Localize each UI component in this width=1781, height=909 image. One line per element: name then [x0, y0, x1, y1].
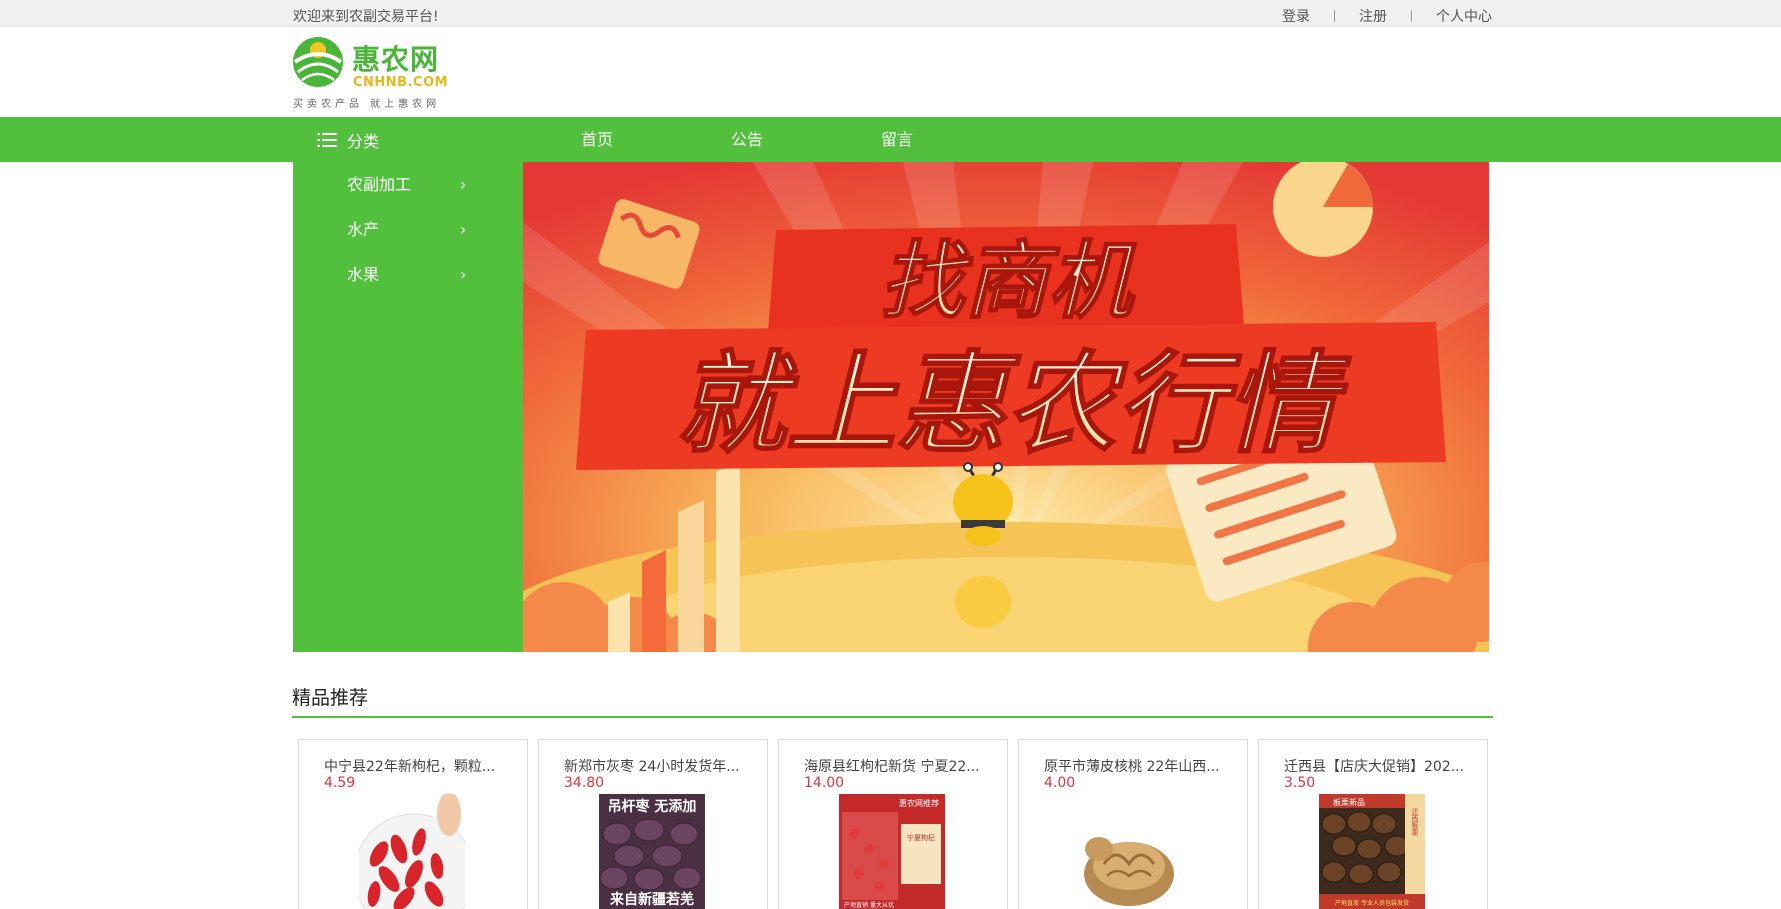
promo-banner[interactable]: 找商机 就上惠农行情 [523, 162, 1489, 652]
logo-mark-icon [293, 37, 343, 87]
chevron-right-icon: › [460, 265, 467, 284]
product-image-goji-poster: 惠农网推荐 宁夏枸杞 产地直销 量大从优 [839, 794, 945, 909]
top-bar: 欢迎来到农副交易平台! 登录 注册 个人中心 [0, 0, 1781, 27]
product-price: 3.50 [1284, 775, 1316, 791]
nav-announcements[interactable]: 公告 [731, 117, 763, 162]
user-center-link[interactable]: 个人中心 [1436, 6, 1492, 26]
category-label: 水产 [347, 220, 380, 239]
product-card[interactable]: 中宁县22年新枸杞，颗粒... 4.59 [298, 739, 528, 909]
product-image-jujube: 吊杆枣 无添加 来自新疆若羌 [599, 794, 705, 909]
category-item-aquatic[interactable]: 水产 › [293, 207, 523, 252]
product-name: 海原县红枸杞新货 宁夏22... [804, 759, 980, 775]
category-menu-toggle[interactable]: 分类 [293, 117, 523, 162]
product-image-goji [359, 794, 465, 909]
product-image-caption: 板栗新品 [1333, 797, 1365, 807]
product-image-caption: 来自新疆若羌 [609, 891, 694, 908]
header: 惠农网 CNHNB.COM 买卖农产品 就上惠农网 [0, 27, 1781, 117]
product-price: 34.80 [564, 775, 605, 791]
list-menu-icon [317, 132, 337, 148]
product-price: 14.00 [804, 775, 845, 791]
product-image-caption: 迁西板栗 [1411, 807, 1419, 837]
product-card[interactable]: 海原县红枸杞新货 宁夏22... 14.00 惠农网推荐 宁夏枸杞 产地直销 量… [778, 739, 1008, 909]
category-item-fruit[interactable]: 水果 › [293, 252, 523, 297]
banner-illustration: 找商机 就上惠农行情 [523, 162, 1489, 652]
product-name: 迁西县【店庆大促销】202... [1284, 759, 1465, 775]
product-card[interactable]: 迁西县【店庆大促销】202... 3.50 板栗新品 迁西板栗 产地直发 专业人… [1258, 739, 1488, 909]
logo-slogan: 买卖农产品 就上惠农网 [293, 99, 441, 110]
logo-name: 惠农网 [352, 43, 440, 76]
main-nav: 分类 首页 公告 留言 [0, 117, 1781, 162]
banner-headline-1: 找商机 [880, 234, 1137, 328]
product-image-walnuts [1079, 794, 1185, 909]
top-links: 登录 注册 个人中心 [1282, 6, 1492, 26]
register-link[interactable]: 注册 [1359, 6, 1387, 26]
section-divider [292, 716, 1493, 718]
category-label: 分类 [347, 131, 380, 151]
login-link[interactable]: 登录 [1282, 6, 1310, 26]
category-label: 水果 [347, 265, 380, 284]
product-name: 中宁县22年新枸杞，颗粒... [324, 759, 496, 775]
divider [1334, 10, 1335, 22]
product-image-caption: 吊杆枣 无添加 [608, 798, 697, 815]
site-logo[interactable]: 惠农网 CNHNB.COM 买卖农产品 就上惠农网 [292, 36, 462, 111]
category-sidebar: 农副加工 › 水产 › 水果 › [293, 162, 523, 652]
banner-headline-2: 就上惠农行情 [676, 343, 1352, 466]
product-image-chestnuts: 板栗新品 迁西板栗 产地直发 专业人员包装发货 [1319, 794, 1425, 909]
category-item-processing[interactable]: 农副加工 › [293, 162, 523, 207]
welcome-text: 欢迎来到农副交易平台! [293, 9, 439, 25]
product-image-caption: 产地直销 量大从优 [844, 901, 894, 909]
product-image-caption: 产地直发 专业人员包装发货 [1335, 899, 1409, 907]
chevron-right-icon: › [460, 220, 467, 239]
product-price: 4.00 [1044, 775, 1076, 791]
product-card[interactable]: 新郑市灰枣 24小时发货年... 34.80 吊杆枣 无添加 来自新疆若羌 [538, 739, 768, 909]
section-title: 精品推荐 [292, 687, 369, 709]
product-list: 中宁县22年新枸杞，颗粒... 4.59 新郑市灰枣 24小时发货年... 34… [298, 739, 1488, 909]
product-card[interactable]: 原平市薄皮核桃 22年山西... 4.00 [1018, 739, 1248, 909]
chevron-right-icon: › [460, 175, 467, 194]
product-name: 新郑市灰枣 24小时发货年... [564, 759, 740, 775]
nav-home[interactable]: 首页 [581, 117, 613, 162]
product-image-caption: 惠农网推荐 [899, 798, 939, 808]
logo-domain: CNHNB.COM [353, 75, 449, 90]
product-name: 原平市薄皮核桃 22年山西... [1044, 759, 1220, 775]
product-price: 4.59 [324, 775, 356, 791]
category-label: 农副加工 [347, 175, 412, 194]
divider [1411, 10, 1412, 22]
product-image-caption: 宁夏枸杞 [907, 833, 935, 842]
nav-messages[interactable]: 留言 [881, 117, 913, 162]
